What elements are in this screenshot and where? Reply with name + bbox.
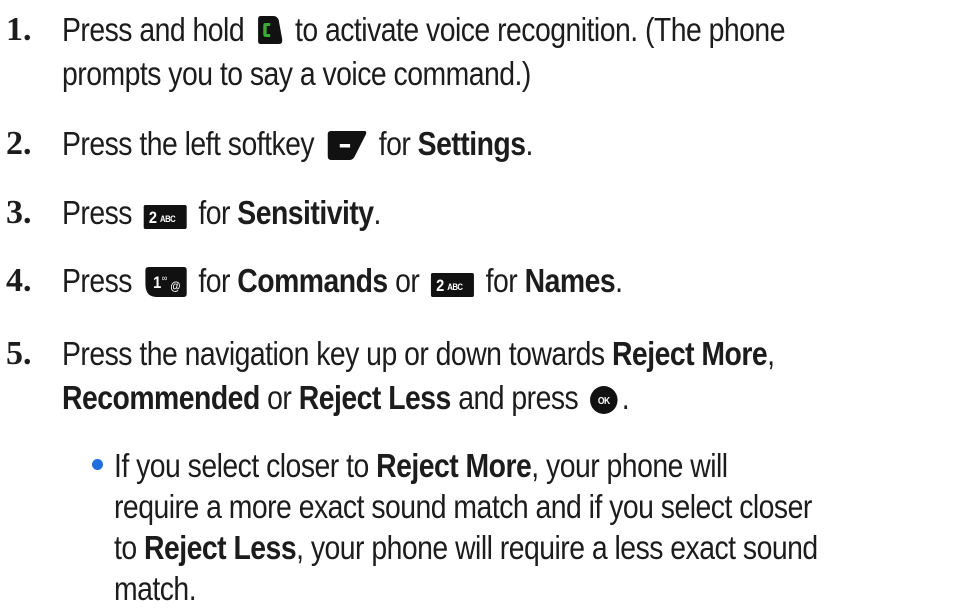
step-text-segment: Press	[62, 262, 132, 299]
ok-key-icon: OK	[589, 382, 618, 426]
key-letters: ABC	[160, 213, 176, 224]
bullet-text-line3: to Reject Less, your phone will require …	[114, 526, 818, 570]
step-text-segment: ,	[767, 335, 775, 372]
bullet-text-line4: match.	[114, 570, 197, 607]
bold-term: Names	[524, 262, 616, 299]
step-text-segment: .	[373, 194, 382, 231]
step-number: 5.	[6, 335, 32, 372]
step-text-segment: Press the left softkey	[62, 125, 315, 162]
bold-term: Sensitivity	[237, 194, 374, 231]
step-text-segment: Press the navigation key up or down towa…	[62, 335, 605, 372]
bold-term: Recommended	[62, 379, 260, 416]
step-text-line2: Recommended or Reject Less and press OK …	[62, 376, 836, 426]
step-text-segment: for	[198, 262, 230, 299]
step-text-segment: for	[378, 125, 411, 162]
key-2-abc-icon: 2 ABC	[430, 265, 475, 309]
bullet-text-segment: If you select closer to	[114, 447, 369, 484]
step-text-segment: .	[525, 125, 533, 162]
instruction-document: 1. Press and hold to activate voice reco…	[0, 0, 964, 614]
step-number: 4.	[6, 262, 32, 299]
svg-text:@: @	[170, 280, 180, 293]
step-text-segment: and press	[458, 379, 579, 416]
step-text-segment: for	[198, 194, 230, 231]
step-text-segment: or	[395, 262, 420, 299]
key-letters: ABC	[447, 281, 463, 292]
step-text-segment: .	[615, 262, 623, 299]
bullet-dot-icon	[92, 459, 103, 470]
bold-term: Reject More	[611, 335, 768, 372]
key-2-abc-icon: 2 ABC	[143, 197, 188, 241]
step-text-segment: or	[267, 379, 292, 416]
bold-term: Commands	[237, 262, 388, 299]
bullet-text-line2: require a more exact sound match and if …	[114, 488, 812, 525]
step-text-segment: .	[621, 379, 630, 416]
bullet-text-segment: , your phone will	[531, 447, 728, 484]
step-text: Press 1 ∞ @ for Commands or 2 ABC for Na…	[62, 259, 836, 309]
bullet-text-segment: , your phone will require a less exact s…	[296, 529, 818, 566]
step-text-segment: Press and hold	[62, 11, 245, 48]
step-text-segment: to activate voice recognition. (The phon…	[294, 11, 786, 48]
bold-term: Reject More	[376, 447, 532, 484]
step-text-line2: prompts you to say a voice command.)	[62, 55, 531, 92]
bullet-text-segment: to	[114, 529, 137, 566]
key-ok-label: OK	[598, 395, 611, 406]
step-text-segment: Press	[62, 194, 132, 231]
bold-term: Settings	[417, 125, 526, 162]
key-digit: 2	[436, 277, 444, 295]
step-number: 2.	[6, 125, 32, 162]
step-text: Press 2 ABC for Sensitivity.	[62, 191, 836, 241]
bold-term: Reject Less	[298, 379, 452, 416]
step-text: Press the left softkey for Settings.	[62, 122, 836, 172]
key-digit: 2	[149, 209, 157, 227]
step-text: Press and hold to activate voice recogni…	[62, 8, 836, 58]
svg-text:∞: ∞	[162, 272, 168, 283]
left-softkey-icon	[325, 128, 368, 172]
key-1-voicemail-icon: 1 ∞ @	[143, 265, 188, 309]
step-text: Press the navigation key up or down towa…	[62, 332, 836, 376]
step-number: 3.	[6, 194, 32, 231]
step-text-segment: for	[485, 262, 518, 299]
key-digit: 1	[153, 274, 161, 292]
step-number: 1.	[6, 11, 32, 48]
bullet-text-line1: If you select closer to Reject More, you…	[114, 444, 728, 488]
bold-term: Reject Less	[144, 529, 297, 566]
